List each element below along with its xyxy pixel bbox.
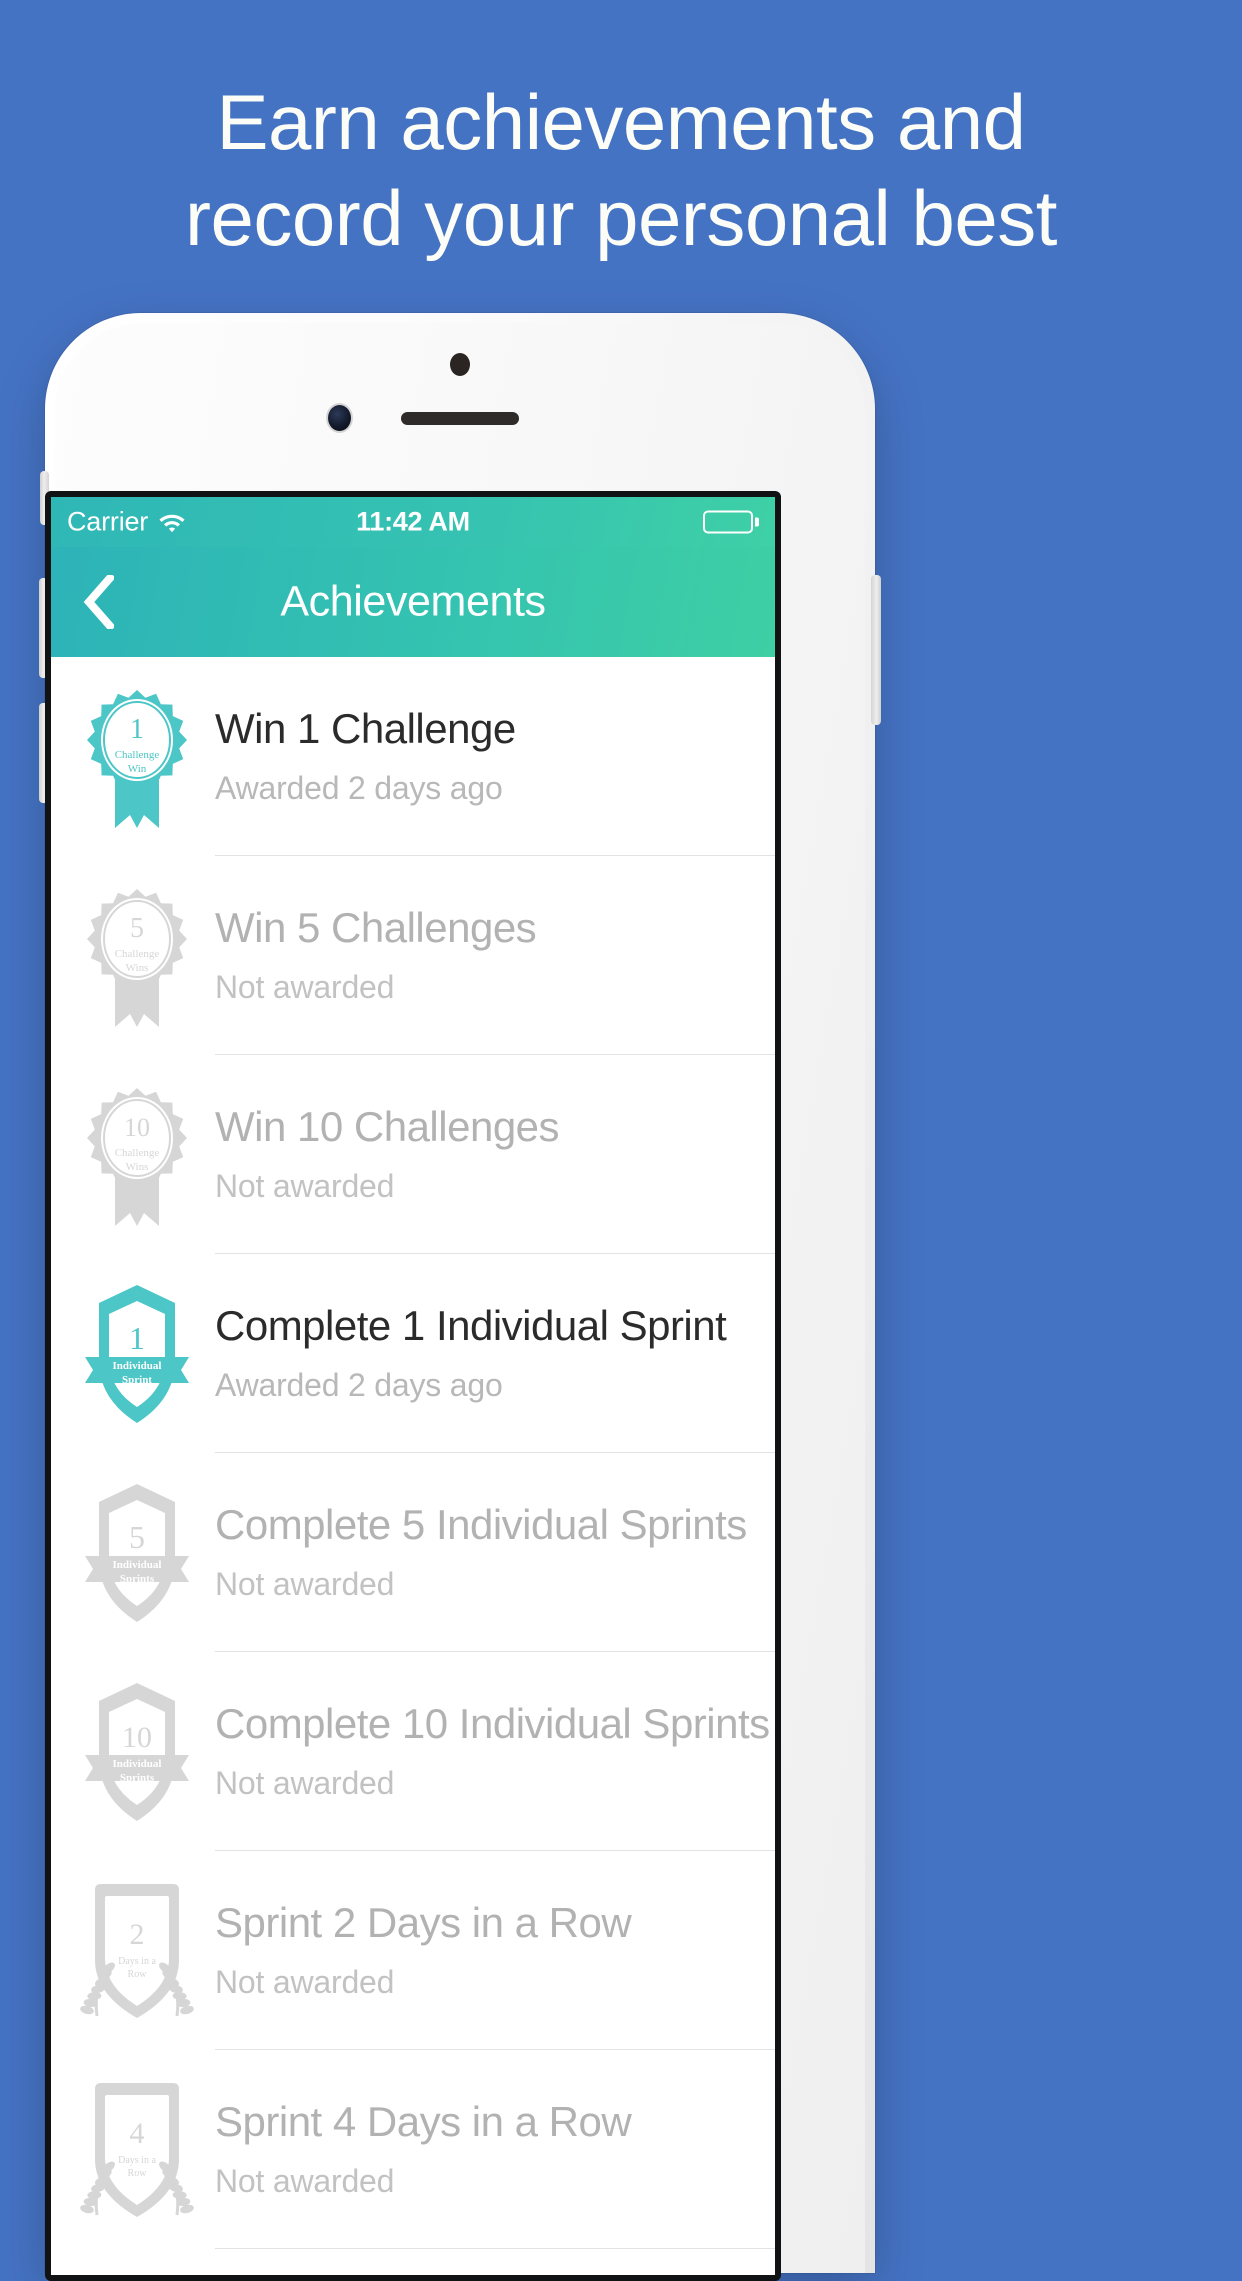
achievement-status: Not awarded [215, 1167, 395, 1204]
headline-line-2: record your personal best [185, 174, 1057, 262]
achievement-row[interactable]: 2 Days in a Row Sprint 2 Days in a Row No… [51, 1851, 775, 2050]
achievement-title: Complete 1 Individual Sprint [215, 1301, 727, 1349]
phone-screen: Carrier 11:42 AM Achievements 1 Challeng… [51, 497, 775, 2275]
svg-text:Row: Row [128, 1969, 148, 1980]
svg-text:Challenge: Challenge [115, 749, 160, 761]
laurel-shield-badge-icon: 4 Days in a Row [75, 2075, 199, 2225]
achievement-title: Win 1 Challenge [215, 704, 516, 752]
svg-text:Individual: Individual [113, 1758, 162, 1770]
achievement-row[interactable]: 1 Individual Sprint Complete 1 Individua… [51, 1254, 775, 1453]
achievement-row[interactable]: 10 Challenge Wins Win 10 Challenges Not a… [51, 1055, 775, 1254]
carrier-label: Carrier [67, 506, 149, 537]
achievement-text: Win 1 Challenge Awarded 2 days ago [199, 657, 775, 856]
headline-line-1: Earn achievements and [216, 78, 1027, 166]
svg-text:1: 1 [130, 714, 144, 745]
svg-text:Sprints: Sprints [120, 1772, 155, 1784]
svg-text:5: 5 [129, 1519, 145, 1555]
achievement-text: Complete 5 Individual Sprints Not awarded [199, 1453, 775, 1652]
achievement-title: Win 10 Challenges [215, 1102, 560, 1150]
rosette-badge-icon: 1 Challenge Win [75, 682, 199, 832]
shield-badge-icon: 10 Individual Sprints [75, 1677, 199, 1827]
svg-text:2: 2 [130, 1918, 145, 1951]
status-bar: Carrier 11:42 AM [51, 497, 775, 547]
status-bar-right [703, 510, 759, 534]
rosette-badge-icon: 5 Challenge Wins [75, 881, 199, 1031]
achievement-status: Not awarded [215, 1565, 395, 1602]
svg-text:4: 4 [130, 2117, 145, 2150]
achievement-text: Win 10 Challenges Not awarded [199, 1055, 775, 1254]
achievement-row[interactable]: 10 Individual Sprints Complete 10 Indivi… [51, 1652, 775, 1851]
achievement-row[interactable]: 7 Days in a Row Sprint 7 Days in a RowNo… [51, 2249, 775, 2275]
svg-text:Sprints: Sprints [120, 1573, 155, 1585]
laurel-shield-badge-icon: 7 Days in a Row [75, 2274, 199, 2276]
navigation-bar: Achievements [51, 547, 775, 657]
achievement-text: Complete 10 Individual Sprints Not awarde… [199, 1652, 775, 1851]
screen-bezel: Carrier 11:42 AM Achievements 1 Challeng… [45, 491, 781, 2281]
chevron-left-icon [82, 575, 114, 629]
svg-text:10: 10 [122, 1721, 152, 1754]
svg-text:Challenge: Challenge [115, 1147, 160, 1159]
achievement-text: Win 5 Challenges Not awarded [199, 856, 775, 1055]
svg-text:Days in a: Days in a [118, 1956, 156, 1967]
achievement-row[interactable]: 4 Days in a Row Sprint 4 Days in a Row No… [51, 2050, 775, 2249]
achievement-row[interactable]: 5 Challenge Wins Win 5 Challenges Not awa… [51, 856, 775, 1055]
power-button[interactable] [871, 575, 881, 725]
achievement-title: Sprint 4 Days in a Row [215, 2097, 632, 2145]
svg-text:Days in a: Days in a [118, 2155, 156, 2166]
phone-mockup: Carrier 11:42 AM Achievements 1 Challeng… [39, 313, 881, 2281]
battery-full-icon [703, 510, 759, 534]
promo-headline: Earn achievements and record your person… [0, 74, 1242, 266]
achievement-title: Win 5 Challenges [215, 903, 537, 951]
svg-text:10: 10 [124, 1113, 150, 1142]
svg-text:5: 5 [130, 913, 144, 944]
svg-text:Individual: Individual [113, 1360, 162, 1372]
svg-text:Row: Row [128, 2168, 148, 2179]
achievement-text: Sprint 4 Days in a Row Not awarded [199, 2050, 775, 2249]
svg-text:Wins: Wins [126, 962, 149, 974]
achievement-status: Not awarded [215, 2162, 395, 2199]
achievement-status: Not awarded [215, 1764, 395, 1801]
achievement-status: Not awarded [215, 1963, 395, 2000]
status-bar-time: 11:42 AM [356, 506, 470, 537]
achievement-status: Not awarded [215, 968, 395, 1005]
achievement-list[interactable]: 1 Challenge Win Win 1 Challenge Awarded 2… [51, 657, 775, 2275]
achievement-status: Awarded 2 days ago [215, 769, 503, 806]
achievement-title: Complete 10 Individual Sprints [215, 1699, 770, 1747]
achievement-text: Complete 1 Individual Sprint Awarded 2 da… [199, 1254, 775, 1453]
achievement-status: Awarded 2 days ago [215, 1366, 503, 1403]
achievement-row[interactable]: 5 Individual Sprints Complete 5 Individu… [51, 1453, 775, 1652]
front-camera-icon [328, 405, 351, 431]
shield-badge-icon: 1 Individual Sprint [75, 1279, 199, 1429]
shield-badge-icon: 5 Individual Sprints [75, 1478, 199, 1628]
achievement-title: Complete 5 Individual Sprints [215, 1500, 747, 1548]
rosette-badge-icon: 10 Challenge Wins [75, 1080, 199, 1230]
status-bar-left: Carrier [67, 507, 186, 538]
svg-text:Wins: Wins [126, 1161, 149, 1173]
achievement-title: Sprint 2 Days in a Row [215, 1898, 632, 1946]
achievement-text: Sprint 7 Days in a RowNot awarded [199, 2249, 775, 2275]
page-title: Achievements [280, 577, 546, 626]
laurel-shield-badge-icon: 2 Days in a Row [75, 1876, 199, 2026]
svg-text:Challenge: Challenge [115, 948, 160, 960]
achievement-row[interactable]: 1 Challenge Win Win 1 Challenge Awarded 2… [51, 657, 775, 856]
svg-text:1: 1 [129, 1320, 145, 1356]
svg-text:Individual: Individual [113, 1559, 162, 1571]
back-button[interactable] [71, 569, 125, 635]
wifi-icon [158, 511, 186, 533]
svg-text:Sprint: Sprint [122, 1374, 152, 1386]
svg-text:Win: Win [128, 763, 147, 775]
proximity-sensor-icon [450, 353, 470, 376]
earpiece-speaker-icon [401, 412, 519, 425]
achievement-text: Sprint 2 Days in a Row Not awarded [199, 1851, 775, 2050]
